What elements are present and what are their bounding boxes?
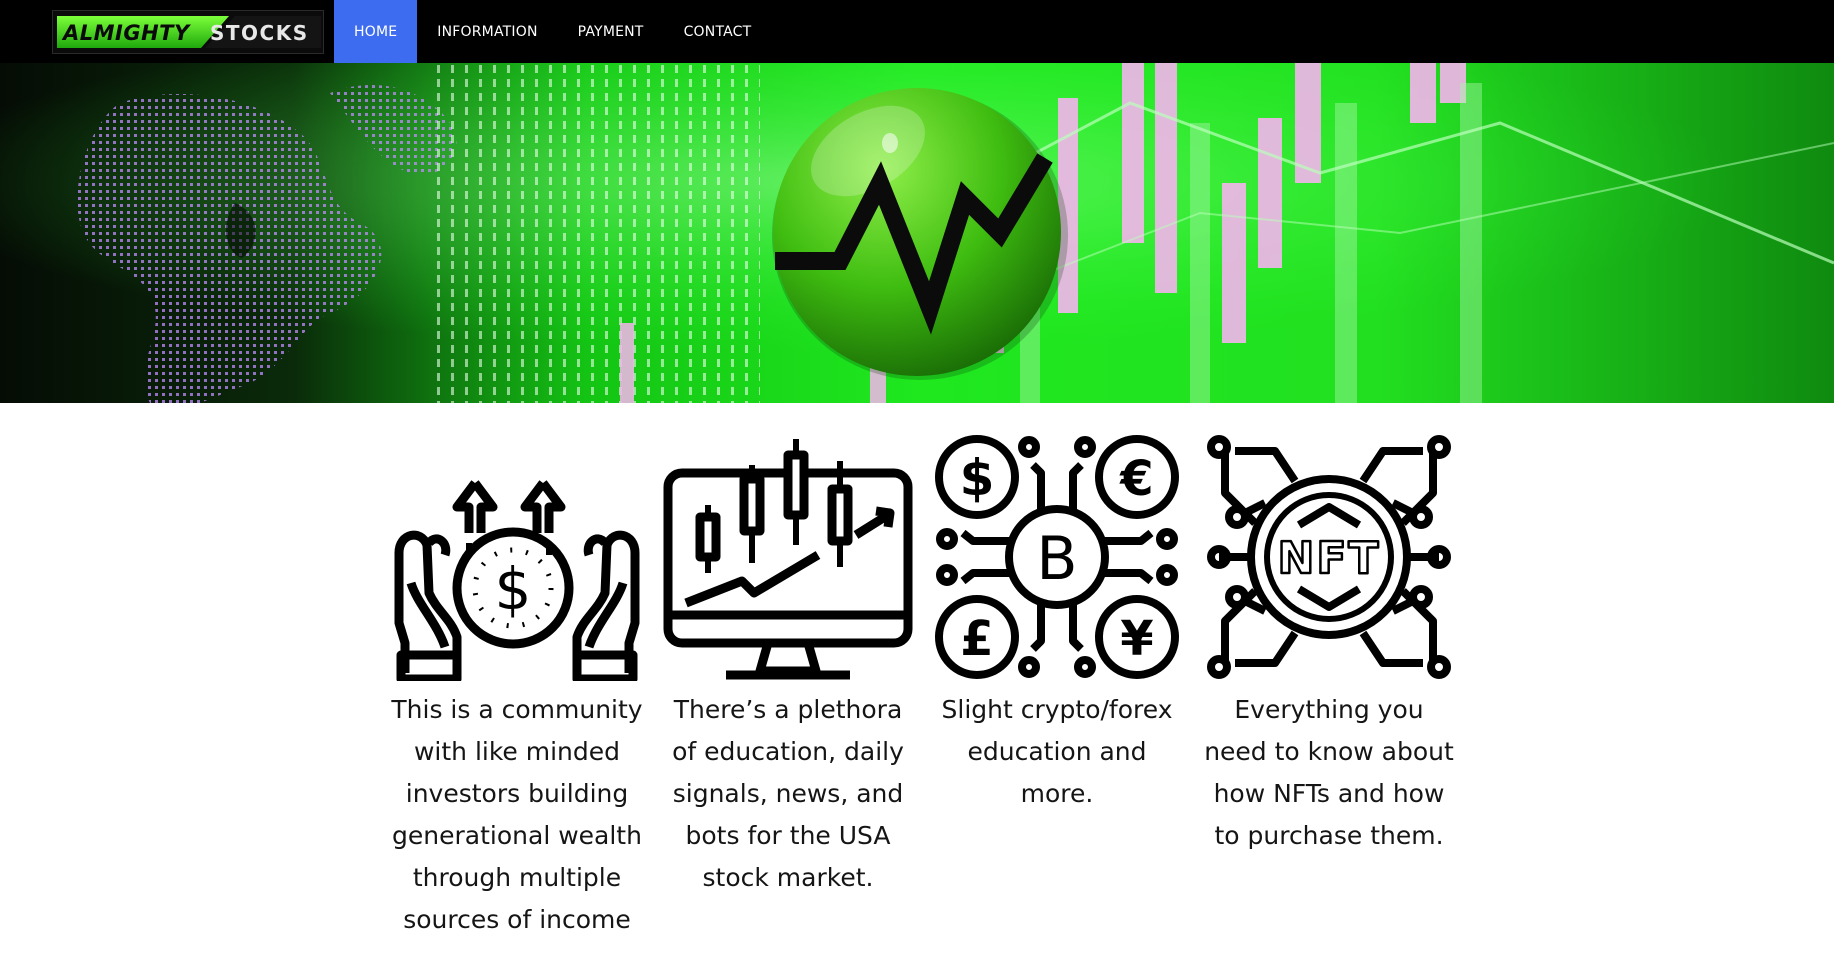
nav-contact[interactable]: CONTACT: [664, 0, 772, 63]
monitor-candlestick-chart-icon: [663, 439, 913, 680]
svg-text:B: B: [1036, 524, 1077, 594]
nav-payment[interactable]: PAYMENT: [558, 0, 664, 63]
hero-banner: [0, 63, 1834, 403]
logo-word-stocks: STOCKS: [210, 21, 309, 45]
feature-community-text: This is a community with like minded inv…: [391, 695, 643, 934]
nft-circuit-icon: NFT: [1207, 435, 1451, 679]
feature-stock-market: There’s a plethora of education, daily s…: [656, 433, 920, 899]
svg-text:€: €: [1119, 451, 1153, 507]
svg-text:$: $: [495, 555, 532, 623]
feature-stock-market-text: There’s a plethora of education, daily s…: [672, 695, 904, 892]
svg-text:¥: ¥: [1120, 611, 1153, 667]
logo-word-almighty: ALMIGHTY: [61, 21, 191, 45]
nav-information[interactable]: INFORMATION: [417, 0, 557, 63]
svg-text:$: $: [960, 449, 995, 507]
nav-home[interactable]: HOME: [334, 0, 418, 63]
main-nav: HOME INFORMATION PAYMENT CONTACT: [334, 0, 771, 63]
feature-nft: NFT Everything you need to know about ho…: [1197, 433, 1461, 857]
svg-text:£: £: [960, 611, 993, 667]
feature-crypto-text: Slight crypto/forex education and more.: [941, 695, 1173, 808]
hero-banner-image: [0, 63, 1834, 403]
feature-nft-text: Everything you need to know about how NF…: [1204, 695, 1454, 850]
top-navbar: ALMIGHTY STOCKS HOME INFORMATION PAYMENT…: [0, 0, 1834, 63]
hands-money-growth-icon: $: [394, 480, 640, 681]
svg-text:NFT: NFT: [1278, 533, 1381, 584]
brand-logo[interactable]: ALMIGHTY STOCKS: [52, 10, 324, 54]
feature-crypto: $ € £ ¥ B Slight crypto/forex education …: [925, 433, 1189, 815]
crypto-currency-circuit-icon: $ € £ ¥ B: [935, 435, 1179, 679]
feature-community: $ This is a community with like minded i…: [385, 433, 649, 941]
brand-logo-graphic: ALMIGHTY STOCKS: [57, 16, 321, 48]
features-section: $ This is a community with like minded i…: [385, 433, 1454, 953]
